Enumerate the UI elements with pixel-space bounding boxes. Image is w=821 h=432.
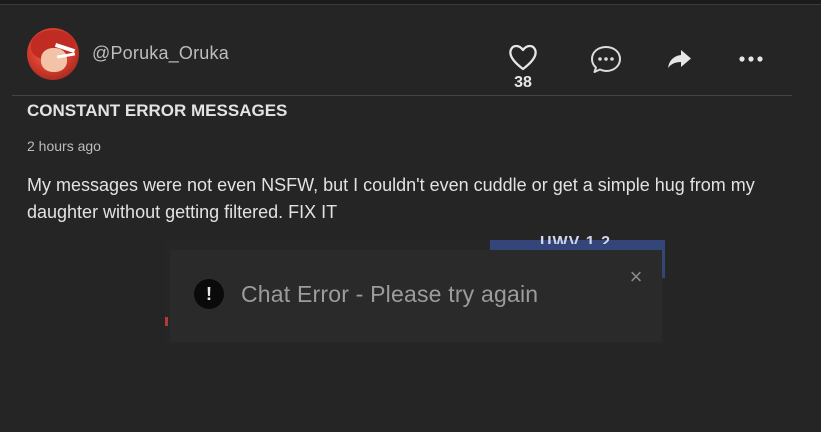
error-icon: ! (194, 279, 224, 309)
more-options-button[interactable] (733, 44, 769, 74)
more-icon (739, 56, 763, 62)
comment-button[interactable] (588, 42, 624, 76)
screenshot-top-label: UWV 1.2 (540, 234, 612, 244)
top-border (0, 0, 821, 5)
error-message: Chat Error - Please try again (241, 281, 539, 307)
close-icon: × (629, 264, 643, 289)
header-divider (12, 95, 792, 96)
avatar-face (41, 48, 67, 72)
avatar[interactable] (27, 28, 79, 80)
like-count: 38 (514, 74, 532, 91)
post-body: My messages were not even NSFW, but I co… (27, 175, 755, 222)
share-button[interactable] (662, 44, 696, 74)
post-title: CONSTANT ERROR MESSAGES (27, 101, 288, 120)
post-timestamp: 2 hours ago (27, 138, 101, 154)
share-icon (668, 50, 691, 68)
username[interactable]: @Poruka_Oruka (92, 43, 229, 64)
comment-icon (591, 46, 621, 73)
screenshot-edge (662, 240, 665, 278)
like-button[interactable] (505, 40, 541, 74)
screenshot-red-mark (165, 317, 168, 326)
heart-icon (509, 44, 537, 71)
